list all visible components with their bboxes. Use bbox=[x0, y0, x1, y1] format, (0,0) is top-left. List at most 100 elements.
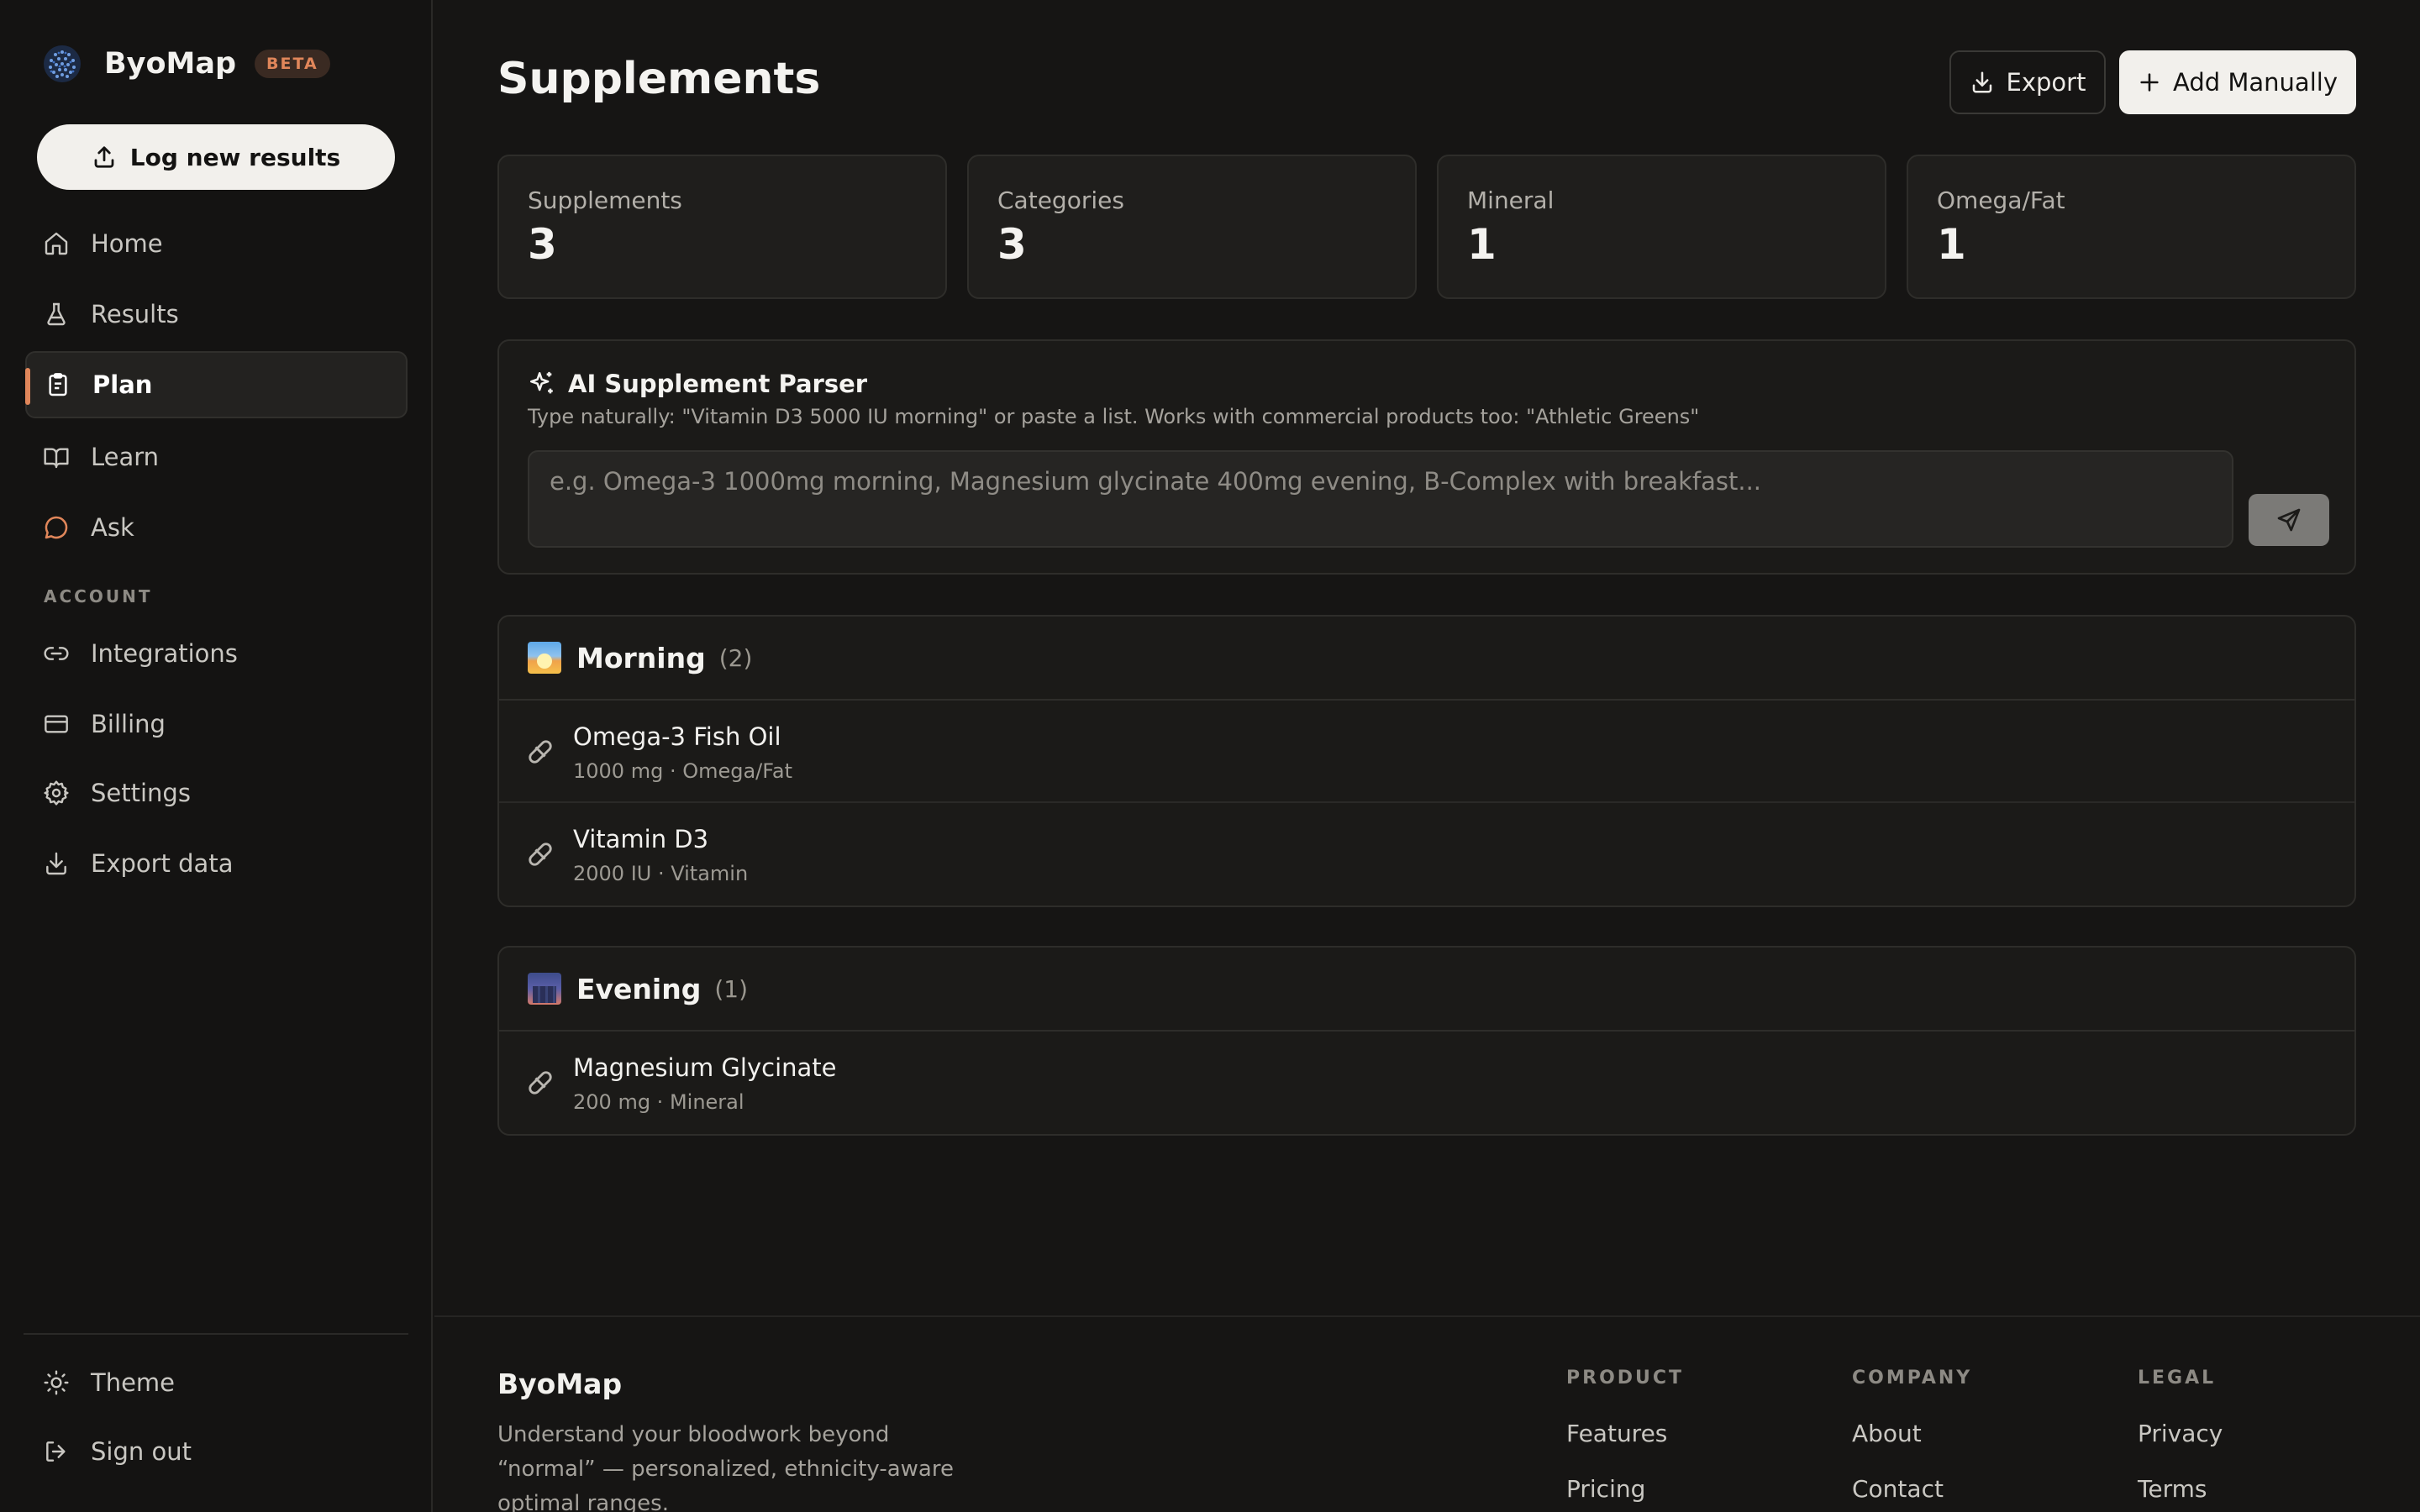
clipboard-icon bbox=[44, 370, 72, 399]
group-count: (2) bbox=[718, 643, 753, 672]
nav-item-ask[interactable]: Ask bbox=[25, 494, 408, 561]
sun-icon bbox=[42, 1368, 71, 1397]
beta-badge: BETA bbox=[255, 50, 330, 78]
brand[interactable]: ByoMap BETA bbox=[42, 44, 330, 84]
nav-item-learn[interactable]: Learn bbox=[25, 423, 408, 491]
page-title: Supplements bbox=[497, 54, 821, 104]
account-section-label: ACCOUNT bbox=[44, 586, 153, 606]
log-new-results-button[interactable]: Log new results bbox=[37, 124, 395, 190]
credit-card-icon bbox=[42, 710, 71, 738]
stat-value: 3 bbox=[528, 220, 557, 269]
supplement-row[interactable]: Omega-3 Fish Oil 1000 mg · Omega/Fat bbox=[499, 701, 2354, 803]
sidebar-divider bbox=[24, 1333, 408, 1335]
nav-label-home: Home bbox=[91, 229, 163, 258]
schedule-group-morning: Morning (2) Omega-3 Fish Oil 1000 mg · O… bbox=[497, 615, 2356, 907]
chat-bubble-icon bbox=[42, 513, 71, 542]
download-icon bbox=[1972, 71, 1991, 93]
group-count: (1) bbox=[714, 974, 749, 1003]
export-label: Export bbox=[2006, 68, 2086, 97]
nav-item-settings[interactable]: Settings bbox=[25, 759, 408, 827]
stat-card-mineral: Mineral 1 bbox=[1437, 155, 1886, 299]
supplement-parser-input[interactable] bbox=[528, 450, 2233, 548]
group-header: Morning (2) bbox=[499, 617, 2354, 701]
log-new-results-label: Log new results bbox=[129, 143, 341, 171]
link-icon bbox=[42, 639, 71, 668]
footer-brand: ByoMap bbox=[497, 1368, 623, 1400]
nav-label-export-data: Export data bbox=[91, 849, 234, 878]
pill-icon bbox=[529, 843, 552, 866]
brand-logo-icon bbox=[44, 45, 81, 82]
send-button[interactable] bbox=[2249, 494, 2329, 546]
stat-label: Supplements bbox=[528, 186, 682, 214]
supplement-row[interactable]: Magnesium Glycinate 200 mg · Mineral bbox=[499, 1032, 2354, 1134]
download-icon bbox=[42, 849, 71, 878]
stat-value: 1 bbox=[1467, 220, 1497, 269]
sunrise-icon bbox=[528, 642, 561, 674]
pill-icon bbox=[529, 740, 552, 764]
nav-item-export-data[interactable]: Export data bbox=[25, 830, 408, 897]
nav-label-theme: Theme bbox=[91, 1368, 176, 1397]
footer-link-pricing[interactable]: Pricing bbox=[1566, 1475, 1645, 1503]
footer-description: Understand your bloodwork beyond “normal… bbox=[497, 1422, 954, 1512]
group-name: Evening bbox=[576, 972, 702, 1005]
nav-item-home[interactable]: Home bbox=[25, 210, 408, 277]
nav-label-ask: Ask bbox=[91, 513, 134, 542]
parser-subtitle: Type naturally: "Vitamin D3 5000 IU morn… bbox=[528, 405, 1700, 428]
nav-item-integrations[interactable]: Integrations bbox=[25, 620, 408, 687]
add-manually-button[interactable]: Add Manually bbox=[2119, 50, 2356, 114]
nav-item-plan[interactable]: Plan bbox=[25, 351, 408, 418]
nav-label-sign-out: Sign out bbox=[91, 1437, 192, 1466]
footer-column-title-legal: LEGAL bbox=[2138, 1368, 2217, 1389]
group-header: Evening (1) bbox=[499, 948, 2354, 1032]
nav-item-billing[interactable]: Billing bbox=[25, 690, 408, 758]
footer-link-about[interactable]: About bbox=[1852, 1420, 1922, 1447]
city-dusk-icon bbox=[528, 973, 561, 1005]
footer-link-features[interactable]: Features bbox=[1566, 1420, 1667, 1447]
stat-value: 1 bbox=[1937, 220, 1966, 269]
supplement-name: Omega-3 Fish Oil bbox=[573, 722, 781, 751]
brand-name: ByoMap bbox=[104, 47, 237, 81]
stat-label: Omega/Fat bbox=[1937, 186, 2065, 214]
nav-label-billing: Billing bbox=[91, 710, 166, 738]
sidebar: ByoMap BETA Log new results Home Results… bbox=[0, 0, 433, 1512]
upload-icon bbox=[94, 146, 114, 168]
ai-supplement-parser: AI Supplement Parser Type naturally: "Vi… bbox=[497, 339, 2356, 575]
pill-icon bbox=[529, 1071, 552, 1095]
nav-label-settings: Settings bbox=[91, 779, 191, 807]
nav-label-learn: Learn bbox=[91, 443, 160, 471]
send-icon bbox=[2277, 508, 2301, 532]
footer-column-title-product: PRODUCT bbox=[1566, 1368, 1685, 1389]
flask-icon bbox=[42, 300, 71, 328]
nav-item-theme[interactable]: Theme bbox=[25, 1349, 408, 1416]
nav-label-plan: Plan bbox=[92, 370, 153, 399]
nav-label-results: Results bbox=[91, 300, 179, 328]
home-icon bbox=[42, 229, 71, 258]
add-manually-label: Add Manually bbox=[2173, 68, 2338, 97]
footer-link-terms[interactable]: Terms bbox=[2138, 1475, 2207, 1503]
gear-icon bbox=[42, 779, 71, 807]
export-button[interactable]: Export bbox=[1949, 50, 2106, 114]
supplement-meta: 200 mg · Mineral bbox=[573, 1090, 744, 1114]
parser-title: AI Supplement Parser bbox=[528, 370, 867, 398]
stat-label: Mineral bbox=[1467, 186, 1555, 214]
parser-title-text: AI Supplement Parser bbox=[568, 370, 868, 398]
nav-label-integrations: Integrations bbox=[91, 639, 238, 668]
supplement-row[interactable]: Vitamin D3 2000 IU · Vitamin bbox=[499, 803, 2354, 906]
schedule-group-evening: Evening (1) Magnesium Glycinate 200 mg ·… bbox=[497, 946, 2356, 1136]
nav-item-sign-out[interactable]: Sign out bbox=[25, 1418, 408, 1485]
supplement-name: Magnesium Glycinate bbox=[573, 1053, 837, 1082]
footer: ByoMap Understand your bloodwork beyond … bbox=[434, 1315, 2420, 1512]
stat-card-supplements: Supplements 3 bbox=[497, 155, 947, 299]
footer-link-privacy[interactable]: Privacy bbox=[2138, 1420, 2223, 1447]
book-icon bbox=[42, 443, 71, 471]
stat-card-omega-fat: Omega/Fat 1 bbox=[1907, 155, 2356, 299]
footer-link-contact[interactable]: Contact bbox=[1852, 1475, 1944, 1503]
footer-column-title-company: COMPANY bbox=[1852, 1368, 1973, 1389]
sign-out-icon bbox=[42, 1437, 71, 1466]
nav-item-results[interactable]: Results bbox=[25, 281, 408, 348]
plus-icon bbox=[2140, 73, 2159, 92]
group-name: Morning bbox=[576, 641, 706, 675]
stat-card-categories: Categories 3 bbox=[967, 155, 1417, 299]
supplement-meta: 2000 IU · Vitamin bbox=[573, 862, 749, 885]
stat-value: 3 bbox=[997, 220, 1027, 269]
